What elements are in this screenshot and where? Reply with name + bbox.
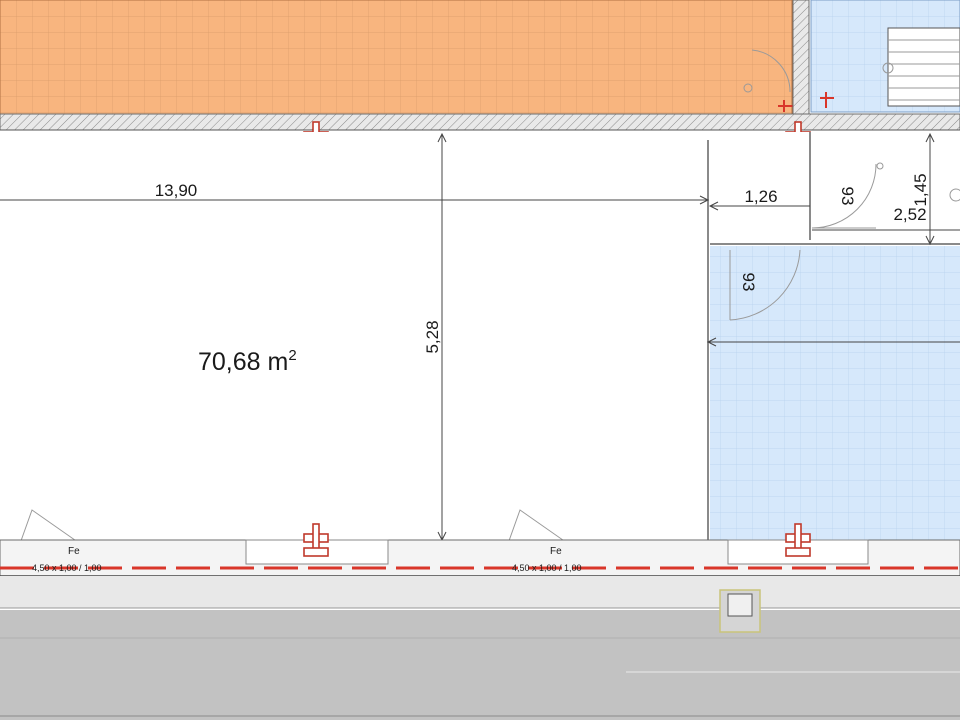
dim-text-door-1: 93 <box>838 187 857 206</box>
area-label: 70,68 m2 <box>198 347 297 376</box>
floor-plan: 13,90 5,28 1,26 93 93 1,45 2,52 70,68 m2… <box>0 0 960 720</box>
top-wall <box>0 113 960 131</box>
window-2-type: Fe <box>550 546 562 557</box>
main-room <box>0 132 708 540</box>
dim-text-room-height: 1,45 <box>911 173 930 206</box>
window-2-size: 4,50 x 1,00 / 1,00 <box>512 563 582 573</box>
sidewalk <box>0 576 960 608</box>
staircase <box>887 27 960 107</box>
orange-room <box>0 0 793 115</box>
manhole-inner <box>727 593 753 617</box>
dim-text-main-width: 13,90 <box>155 181 198 200</box>
dim-text-door-2: 93 <box>739 273 758 292</box>
dim-text-room-width: 2,52 <box>893 205 926 224</box>
window-1-type: Fe <box>68 546 80 557</box>
partition-wall-top <box>792 0 810 119</box>
window-1-size: 4,50 x 1,00 / 1,00 <box>32 563 102 573</box>
dim-text-main-height: 5,28 <box>423 320 442 353</box>
area-superscript: 2 <box>288 347 296 364</box>
street <box>0 610 960 720</box>
dim-text-corridor: 1,26 <box>744 187 777 206</box>
